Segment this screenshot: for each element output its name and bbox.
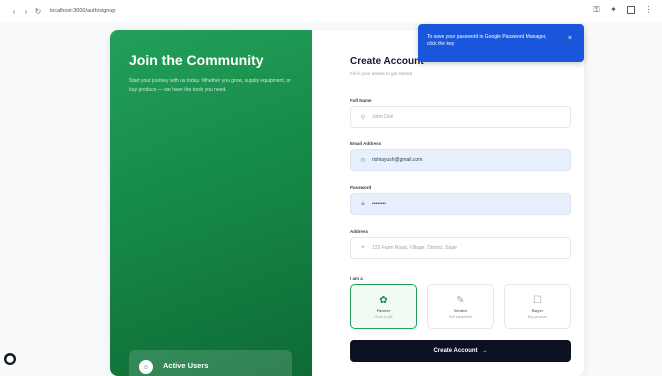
extensions-icon[interactable]: ✦ <box>608 4 619 15</box>
full-name-label: Full Name <box>350 98 372 103</box>
role-option-farmer[interactable]: ✿ Farmer Grow & sell <box>350 284 417 329</box>
role-name: Buyer <box>531 307 544 313</box>
users-icon: ☺ <box>139 360 153 374</box>
community-panel: Join the Community Start your journey wi… <box>110 30 312 376</box>
browser-actions: ⚿ ✦ ⋮ <box>591 4 654 15</box>
floating-dev-icon[interactable]: ⬤ <box>4 353 16 365</box>
popup-message: To save your password in Google Password… <box>427 34 547 47</box>
password-value: •••••••• <box>372 201 387 207</box>
browser-toolbar: ‹ › ↻ localhost:3000/auth/signup ⚿ ✦ ⋮ <box>0 0 662 22</box>
form-subtitle: Fill in your details to get started <box>350 71 413 76</box>
password-manager-popup: To save your password in Google Password… <box>418 24 584 62</box>
cart-icon: ☐ <box>533 294 542 306</box>
mail-icon: ✉ <box>360 157 366 164</box>
reload-icon[interactable]: ↻ <box>32 7 44 16</box>
leaf-icon: ✿ <box>379 294 388 306</box>
forward-arrow-icon[interactable]: › <box>20 7 32 16</box>
role-name: Vendor <box>453 307 468 313</box>
address-placeholder: 123 Farm Road, Village, District, State <box>372 245 457 251</box>
user-icon: ⚲ <box>360 114 366 121</box>
role-desc: Buy produce <box>527 314 548 319</box>
community-title: Join the Community <box>129 52 264 68</box>
location-icon: ⌖ <box>361 244 365 251</box>
signup-card: Join the Community Start your journey wi… <box>110 30 584 376</box>
lock-icon: 🔒︎ <box>361 200 365 207</box>
address-label: Address <box>350 229 369 234</box>
back-arrow-icon[interactable]: ‹ <box>8 7 20 16</box>
email-field[interactable]: ✉ rishiayush@gmail.com <box>350 149 571 171</box>
create-account-button[interactable]: Create Account → <box>350 340 571 362</box>
password-field[interactable]: 🔒︎ •••••••• <box>350 193 571 215</box>
full-name-placeholder: John Doe <box>372 114 394 120</box>
password-label: Password <box>350 185 372 190</box>
key-icon[interactable]: ⚿ <box>591 4 602 15</box>
active-users-label: Active Users <box>163 361 209 370</box>
role-desc: Sell equipment <box>448 314 473 319</box>
role-desc: Grow & sell <box>374 314 393 319</box>
signup-form: Create Account Fill in your details to g… <box>312 30 584 376</box>
email-label: Email Address <box>350 141 382 146</box>
full-name-field[interactable]: ⚲ John Doe <box>350 106 571 128</box>
wrench-icon: ✎ <box>456 294 465 306</box>
create-account-label: Create Account <box>433 348 478 354</box>
role-option-vendor[interactable]: ✎ Vendor Sell equipment <box>427 284 494 329</box>
menu-icon[interactable]: ⋮ <box>643 4 654 15</box>
role-selector: ✿ Farmer Grow & sell ✎ Vendor Sell equip… <box>350 284 571 329</box>
address-field[interactable]: ⌖ 123 Farm Road, Village, District, Stat… <box>350 237 571 259</box>
address-bar[interactable]: localhost:3000/auth/signup <box>50 8 115 14</box>
arrow-right-icon: → <box>481 348 488 354</box>
close-icon[interactable]: × <box>568 35 572 42</box>
community-description: Start your journey with us today. Whethe… <box>129 78 291 93</box>
form-title: Create Account <box>350 56 424 67</box>
email-value: rishiayush@gmail.com <box>372 157 423 163</box>
role-option-buyer[interactable]: ☐ Buyer Buy produce <box>504 284 571 329</box>
active-users-box: ☺ Active Users <box>129 350 292 376</box>
window-icon[interactable] <box>627 5 635 14</box>
role-label: I am a <box>350 276 363 281</box>
role-name: Farmer <box>376 307 391 313</box>
